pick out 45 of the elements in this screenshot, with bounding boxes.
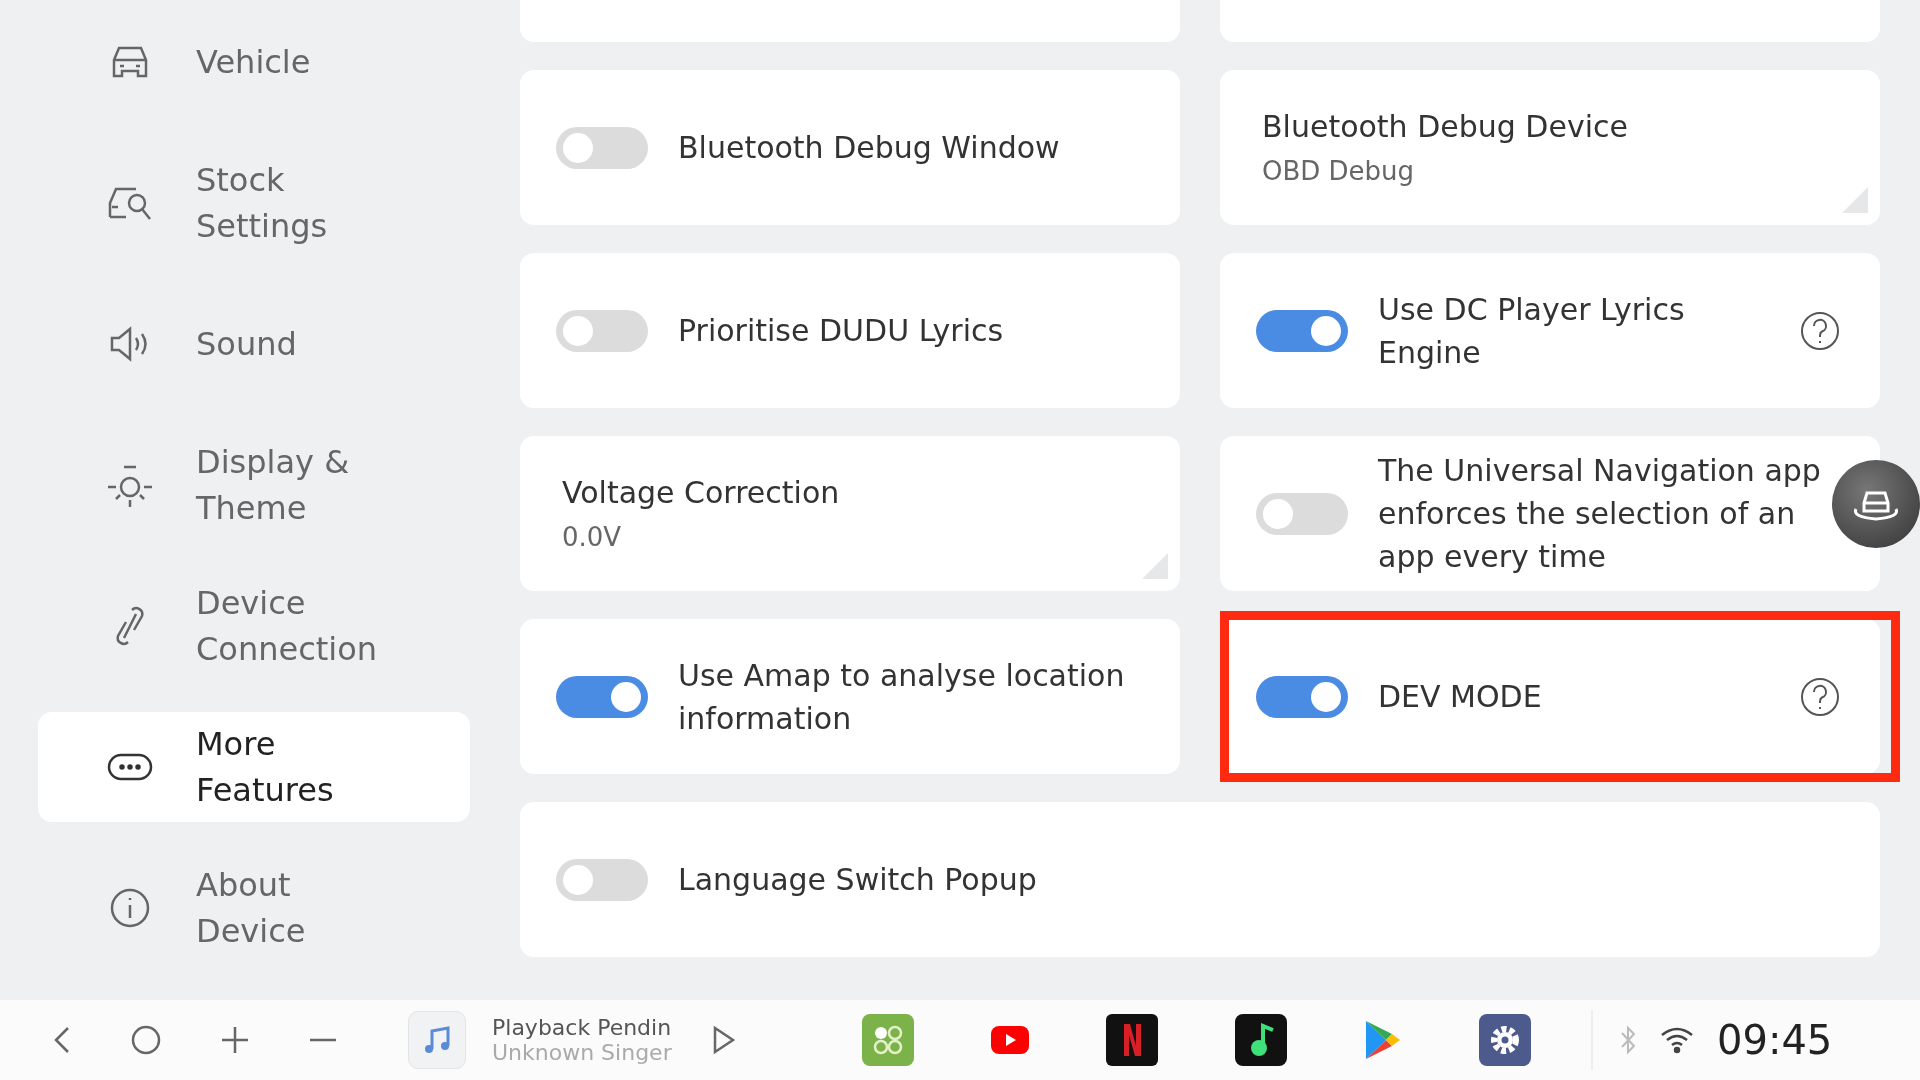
sidebar-item[interactable]: About Device bbox=[38, 853, 470, 963]
track-artist: Unknown Singer bbox=[492, 1040, 673, 1065]
help-icon[interactable] bbox=[1800, 310, 1840, 351]
music-note-icon[interactable] bbox=[408, 1011, 466, 1069]
toggle-switch[interactable] bbox=[556, 675, 648, 718]
setting-label: Prioritise DUDU Lyrics bbox=[678, 312, 1005, 350]
bluetooth-icon bbox=[1619, 1025, 1637, 1055]
help-icon[interactable] bbox=[1800, 676, 1840, 717]
setting-label: The Universal Navigation app enforces the selection of an app every time bbox=[1378, 452, 1822, 576]
track-title: Playback Pendin bbox=[492, 1015, 673, 1040]
toggle-switch[interactable] bbox=[556, 126, 648, 169]
sidebar-item[interactable]: Stock Settings bbox=[38, 148, 470, 258]
setting-label: Use Amap to analyse location information bbox=[678, 656, 1126, 738]
more-icon bbox=[107, 753, 153, 781]
settings-icon[interactable] bbox=[1479, 1014, 1531, 1066]
wifi-icon bbox=[1659, 1026, 1695, 1054]
setting-label: DEV MODE bbox=[1378, 678, 1543, 716]
setting-label: Bluetooth Debug Window bbox=[678, 129, 1061, 167]
video-play-icon[interactable] bbox=[991, 1026, 1029, 1054]
setting-title: Bluetooth Debug Device bbox=[1262, 109, 1628, 144]
info-icon bbox=[109, 887, 151, 929]
toggle-switch[interactable] bbox=[1256, 492, 1348, 535]
toggle-switch[interactable] bbox=[1256, 309, 1348, 352]
sidebar-item[interactable]: Display & Theme bbox=[38, 430, 470, 540]
play-icon[interactable] bbox=[712, 1025, 736, 1055]
corner-triangle-icon bbox=[1842, 187, 1868, 213]
sidebar-item[interactable]: Sound bbox=[38, 289, 470, 399]
setting-label: Use DC Player Lyrics Engine bbox=[1378, 290, 1686, 372]
setting-title: Voltage Correction bbox=[562, 475, 840, 510]
home-icon[interactable] bbox=[130, 1024, 162, 1056]
minus-icon[interactable] bbox=[308, 1038, 338, 1042]
app-icon[interactable] bbox=[1235, 1014, 1287, 1066]
sidebar-item[interactable]: Device Connection bbox=[38, 571, 470, 681]
play-store-icon[interactable] bbox=[1364, 1019, 1402, 1061]
plus-icon[interactable] bbox=[220, 1025, 250, 1055]
setting-label: Language Switch Popup bbox=[678, 861, 1038, 899]
setting-value: OBD Debug bbox=[1262, 156, 1416, 186]
corner-triangle-icon bbox=[1142, 553, 1168, 579]
setting-value: 0.0V bbox=[562, 522, 623, 552]
toggle-switch[interactable] bbox=[1256, 675, 1348, 718]
clock-time: 09:45 bbox=[1717, 1017, 1833, 1063]
toggle-switch[interactable] bbox=[556, 309, 648, 352]
toggle-switch[interactable] bbox=[556, 858, 648, 901]
sidebar-item[interactable]: Vehicle bbox=[38, 7, 470, 117]
sidebar-item[interactable]: More Features bbox=[38, 712, 470, 822]
